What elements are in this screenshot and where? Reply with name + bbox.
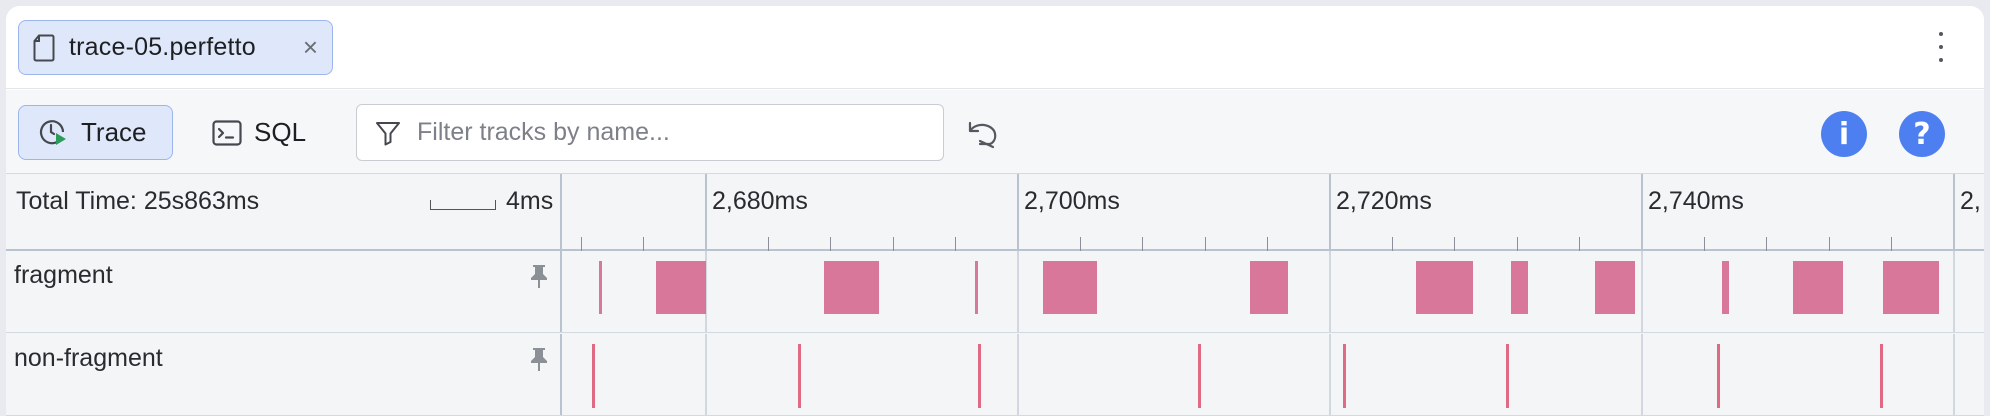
time-marker: 2,680ms [712,187,808,215]
fragment-slice[interactable] [1883,261,1939,314]
trace-window: trace-05.perfetto × Trace SQL Filter tra… [6,6,1984,416]
terminal-icon [212,119,242,146]
track-name: non-fragment [14,344,163,372]
ruler-major-tick [1329,174,1331,251]
non-fragment-instant[interactable] [1506,344,1510,408]
non-fragment-instant[interactable] [1880,344,1883,408]
time-marker: 2,720ms [1336,187,1432,215]
time-ruler[interactable]: 2,680ms 2,700ms 2,720ms 2,740ms 2, [562,174,1984,251]
track-header: fragment [6,251,562,332]
time-marker: 2, [1960,187,1981,215]
fragment-slice[interactable] [1249,261,1289,314]
time-marker: 2,740ms [1648,187,1744,215]
tab-title: trace-05.perfetto [69,33,256,61]
non-fragment-instant[interactable] [798,344,802,408]
sql-button-label: SQL [254,117,307,147]
track-name: fragment [14,261,113,289]
fragment-slice[interactable] [1043,261,1097,314]
tab-trace-file[interactable]: trace-05.perfetto × [18,20,333,75]
non-fragment-instant[interactable] [592,344,596,408]
fragment-slice[interactable] [1595,261,1636,314]
track-non-fragment[interactable]: non-fragment [6,334,1984,416]
pin-icon[interactable] [528,263,550,289]
ruler-major-tick [1017,174,1019,251]
more-options-icon[interactable] [1936,32,1946,62]
trace-clock-icon [39,119,66,145]
ruler-major-tick [705,174,707,251]
toolbar: Trace SQL i ? [6,90,1984,174]
time-ruler-row: Total Time: 25s863ms 4ms 2,680ms 2,700ms [6,174,1984,251]
fragment-slice[interactable] [598,261,603,314]
non-fragment-instant[interactable] [977,344,981,408]
fragment-slice[interactable] [1722,261,1730,314]
fragment-slice[interactable] [1511,261,1528,314]
filter-tracks-field[interactable] [356,104,944,161]
fragment-slice[interactable] [1792,261,1844,314]
non-fragment-instant[interactable] [1717,344,1721,408]
time-marker: 2,700ms [1024,187,1120,215]
info-icon[interactable]: i [1821,111,1867,157]
fragment-slice[interactable] [823,261,879,314]
track-header: non-fragment [6,334,562,415]
pin-icon[interactable] [528,346,550,372]
total-time: Total Time: 25s863ms [16,187,260,215]
close-icon[interactable]: × [303,33,318,61]
track-fragment[interactable]: fragment [6,251,1984,333]
fragment-slice[interactable] [1415,261,1473,314]
fragment-slice[interactable] [974,261,978,314]
ruler-major-tick [1641,174,1643,251]
tab-bar: trace-05.perfetto × [6,6,1984,89]
timeline-panel: Total Time: 25s863ms 4ms 2,680ms 2,700ms [6,174,1984,416]
scale-bar [430,200,496,210]
sql-button[interactable]: SQL [202,105,317,160]
non-fragment-instant[interactable] [1343,344,1347,408]
ruler-info: Total Time: 25s863ms 4ms [6,174,562,249]
scale-label: 4ms [506,187,554,215]
track-fragment-area[interactable] [562,251,1984,332]
ruler-major-tick [1953,174,1955,251]
file-icon [33,34,55,61]
trace-button[interactable]: Trace [18,105,173,160]
fragment-slice[interactable] [655,261,707,314]
track-non-fragment-area[interactable] [562,334,1984,415]
help-icon[interactable]: ? [1899,111,1945,157]
undo-icon[interactable] [966,117,1000,149]
trace-button-label: Trace [81,117,147,147]
filter-icon [376,121,400,145]
non-fragment-instant[interactable] [1197,344,1201,408]
filter-tracks-input[interactable] [417,118,917,147]
